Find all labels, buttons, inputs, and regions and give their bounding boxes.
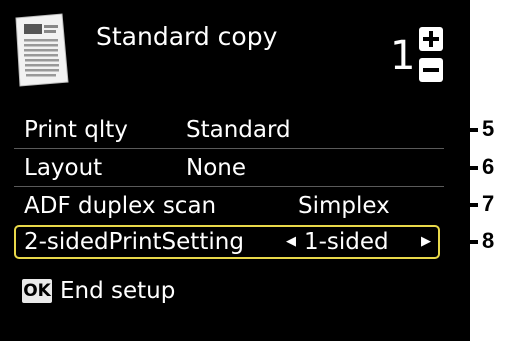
page-title: Standard copy xyxy=(96,22,278,51)
divider xyxy=(14,148,444,149)
chevron-left-icon[interactable]: ◀ xyxy=(286,227,296,257)
setting-row-2-sided-print[interactable]: 2-sidedPrintSetting ◀ 1-sided ▶ xyxy=(14,225,440,259)
setting-value: None xyxy=(186,155,247,181)
setting-label: ADF duplex scan xyxy=(24,193,217,219)
callout-line xyxy=(416,128,478,132)
lcd-screen: Standard copy 1 Print qlty Standard Layo… xyxy=(0,0,470,341)
setting-value: Simplex xyxy=(298,193,390,219)
callout-number: 5 xyxy=(482,116,495,141)
callout-number: 7 xyxy=(482,191,495,216)
setting-row-print-quality[interactable]: Print qlty Standard xyxy=(14,114,440,146)
setting-label: 2-sidedPrintSetting xyxy=(24,229,244,255)
callout-line xyxy=(440,240,478,244)
setting-row-layout[interactable]: Layout None xyxy=(14,152,440,184)
chevron-right-icon[interactable]: ▶ xyxy=(421,227,431,257)
ok-key-icon[interactable]: OK xyxy=(22,279,52,303)
setting-value: 1-sided xyxy=(304,229,389,255)
callout-line xyxy=(416,203,478,207)
figure: Standard copy 1 Print qlty Standard Layo… xyxy=(0,0,508,341)
setting-label: Print qlty xyxy=(24,117,128,143)
callout-line xyxy=(416,166,478,170)
plus-minus-icon[interactable] xyxy=(418,26,444,84)
callout-number: 6 xyxy=(482,154,495,179)
setting-row-adf-duplex-scan[interactable]: ADF duplex scan Simplex xyxy=(14,190,440,222)
divider xyxy=(14,186,444,187)
setting-label: Layout xyxy=(24,155,103,181)
copies-count: 1 xyxy=(390,33,416,79)
setting-value: Standard xyxy=(186,117,291,143)
callout-number: 8 xyxy=(482,228,495,253)
document-icon xyxy=(15,13,69,87)
end-setup-label: End setup xyxy=(60,278,176,304)
